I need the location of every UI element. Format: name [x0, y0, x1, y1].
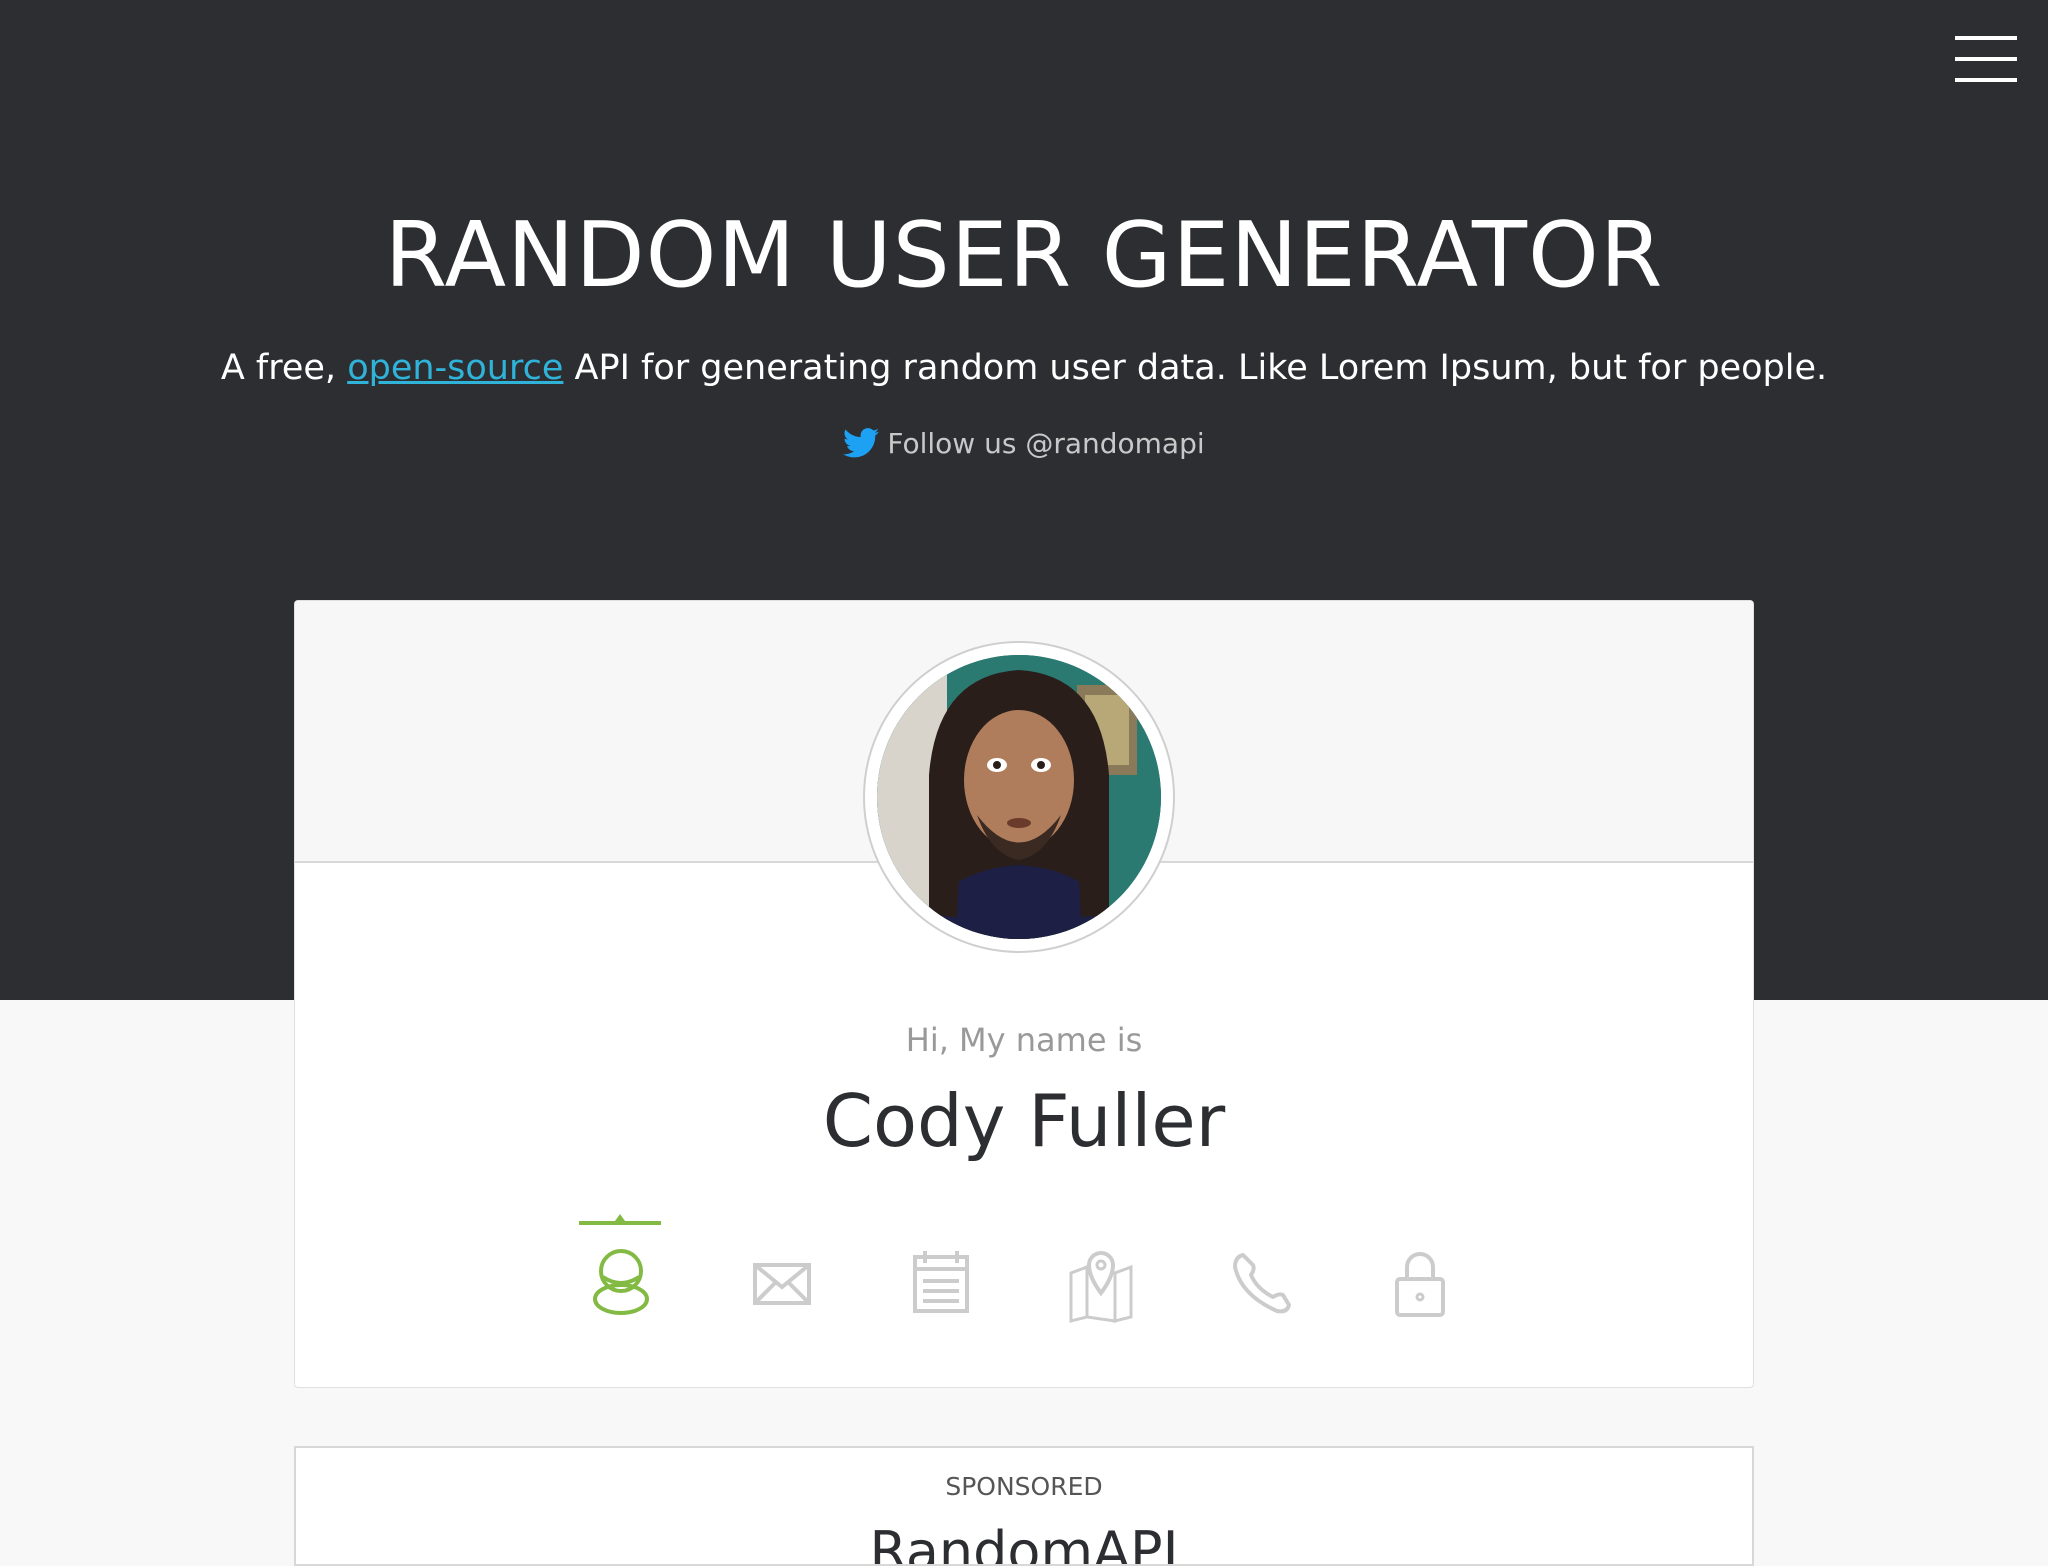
- avatar: [863, 641, 1175, 953]
- map-icon: [1069, 1251, 1133, 1323]
- user-name-value: Cody Fuller: [822, 1079, 1226, 1163]
- open-source-link[interactable]: open-source: [347, 348, 563, 388]
- lock-icon: [1395, 1252, 1445, 1317]
- site-title: RANDOM USER GENERATOR: [384, 203, 1664, 308]
- sponsored-label: SPONSORED: [945, 1472, 1103, 1501]
- follow-text: Follow us @randomapi: [887, 427, 1205, 460]
- tab-password[interactable]: [1361, 1213, 1461, 1323]
- user-photo-image: [877, 655, 1161, 939]
- menu-line: [1955, 78, 2017, 82]
- active-indicator: [579, 1214, 661, 1225]
- hamburger-menu-button[interactable]: [1955, 36, 2017, 82]
- site-tagline: A free, open-source API for generating r…: [0, 344, 2048, 392]
- tagline-text-before: A free,: [220, 348, 348, 388]
- menu-line: [1955, 36, 2017, 40]
- value-tabs: [295, 1213, 1753, 1323]
- follow-link[interactable]: Follow us @randomapi: [0, 420, 2048, 468]
- menu-line: [1955, 57, 2017, 61]
- user-icon: [593, 1249, 649, 1315]
- tab-email[interactable]: [721, 1213, 821, 1323]
- sponsored-title[interactable]: RandomAPI: [296, 1520, 1752, 1564]
- tab-phone[interactable]: [1201, 1213, 1301, 1323]
- calendar-icon: [913, 1251, 969, 1313]
- tab-name[interactable]: [561, 1213, 661, 1323]
- phone-icon: [1233, 1253, 1291, 1314]
- sponsored-box: SPONSORED RandomAPI: [294, 1446, 1754, 1566]
- twitter-icon: [843, 428, 880, 458]
- tab-location[interactable]: [1041, 1213, 1141, 1323]
- name-intro-label: Hi, My name is: [905, 1021, 1143, 1059]
- tab-birthday[interactable]: [881, 1213, 981, 1323]
- tagline-text-after: API for generating random user data. Lik…: [563, 348, 1828, 388]
- avatar-photo: [877, 655, 1161, 939]
- user-card: Hi, My name is Cody Fuller: [294, 600, 1754, 1388]
- envelope-icon: [753, 1263, 811, 1305]
